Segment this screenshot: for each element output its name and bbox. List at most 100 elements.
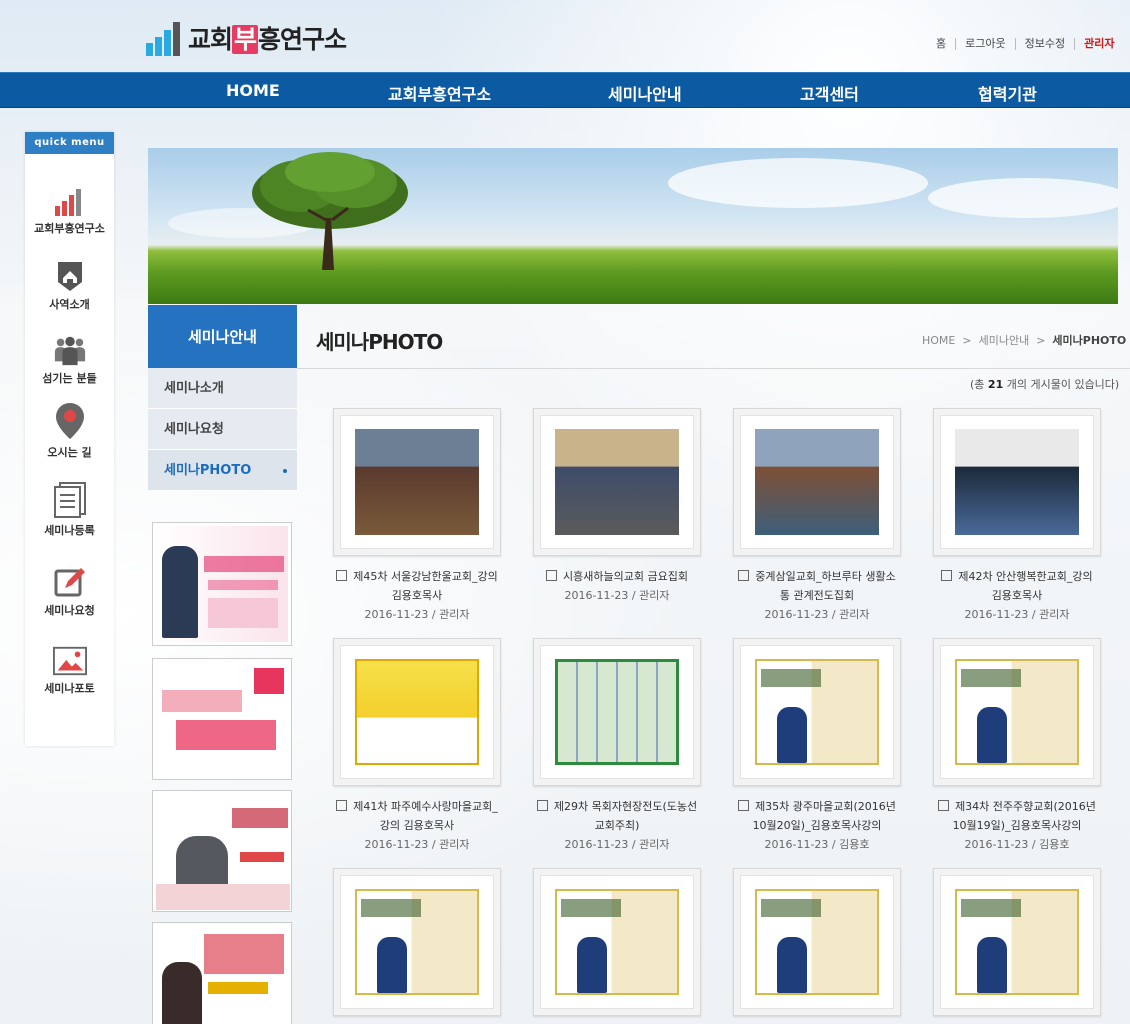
select-checkbox[interactable] xyxy=(738,800,750,811)
card-title[interactable]: 제29차 목회자현장전도(도농선교회주최) xyxy=(533,797,701,835)
nav-seminar[interactable]: 세미나안내 xyxy=(608,81,682,105)
thumbnail-image xyxy=(555,659,679,765)
gallery-card[interactable]: 제45차 서울강남한울교회_강의 김용호목사 2016-11-23 / 관리자 xyxy=(333,408,501,622)
page-title: 세미나PHOTO xyxy=(316,330,443,354)
util-profile-link[interactable]: 정보수정 xyxy=(1014,38,1074,50)
document-icon xyxy=(53,482,87,518)
breadcrumb-home[interactable]: HOME xyxy=(922,334,955,347)
select-checkbox[interactable] xyxy=(546,570,558,581)
card-title[interactable]: 중계삼일교회_하브루타 생활소통 관계전도집회 xyxy=(733,567,901,605)
select-checkbox[interactable] xyxy=(536,800,548,811)
thumbnail-frame[interactable] xyxy=(533,408,701,556)
thumbnail-frame[interactable] xyxy=(333,408,501,556)
card-title[interactable]: 제41차 파주예수사랑마을교회_강의 김용호목사 xyxy=(333,797,501,835)
thumbnail-image xyxy=(955,659,1079,765)
quick-item-photo[interactable]: 세미나포토 xyxy=(25,642,114,696)
logo-text: 교회부흥연구소 xyxy=(188,25,347,54)
thumbnail-frame[interactable] xyxy=(733,408,901,556)
quick-item-ministry[interactable]: 사역소개 xyxy=(25,258,114,312)
util-home-link[interactable]: 홈 xyxy=(930,38,955,50)
nav-home[interactable]: HOME xyxy=(226,81,280,100)
photo-icon xyxy=(52,642,87,676)
main-nav: HOME 교회부흥연구소 세미나안내 고객센터 협력기관 xyxy=(0,72,1130,108)
bar-chart-icon xyxy=(53,182,87,216)
nav-support[interactable]: 고객센터 xyxy=(800,81,859,105)
thumbnail-frame[interactable] xyxy=(933,638,1101,786)
tree-illustration xyxy=(252,152,408,270)
card-meta: 2016-11-23 / 관리자 xyxy=(964,608,1070,621)
util-logout-link[interactable]: 로그아웃 xyxy=(955,38,1014,50)
thumbnail-image xyxy=(955,889,1079,995)
card-meta: 2016-11-23 / 관리자 xyxy=(564,838,670,851)
nav-partners[interactable]: 협력기관 xyxy=(978,81,1037,105)
gallery-card[interactable]: 제34차 전주주향교회(2016년 10월19일)_김용호목사강의 2016-11… xyxy=(933,638,1101,852)
poster-banner[interactable] xyxy=(152,790,292,912)
card-meta: 2016-11-23 / 김용호 xyxy=(964,838,1070,851)
breadcrumb: HOME > 세미나안내 > 세미나PHOTO xyxy=(922,332,1126,348)
card-meta: 2016-11-23 / 관리자 xyxy=(764,608,870,621)
card-meta: 2016-11-23 / 관리자 xyxy=(364,838,470,851)
select-checkbox[interactable] xyxy=(336,800,348,811)
gallery-card[interactable]: 제29차 목회자현장전도(도농선교회주최) 2016-11-23 / 관리자 xyxy=(533,638,701,852)
select-checkbox[interactable] xyxy=(938,800,950,811)
hero-banner xyxy=(148,148,1118,304)
quick-item-directions[interactable]: 오시는 길 xyxy=(25,403,114,460)
nav-institute[interactable]: 교회부흥연구소 xyxy=(388,81,491,105)
gallery-card[interactable] xyxy=(333,868,501,1016)
select-checkbox[interactable] xyxy=(738,570,750,581)
select-checkbox[interactable] xyxy=(941,570,953,581)
edit-icon xyxy=(53,564,87,598)
card-title[interactable]: 제45차 서울강남한울교회_강의 김용호목사 xyxy=(333,567,501,605)
gallery-card[interactable]: 시흥새하늘의교회 금요집회 2016-11-23 / 관리자 xyxy=(533,408,701,603)
breadcrumb-current: 세미나PHOTO xyxy=(1052,334,1127,347)
chevron-right-icon: > xyxy=(958,334,976,347)
card-meta: 2016-11-23 / 관리자 xyxy=(564,589,670,602)
card-meta: 2016-11-23 / 관리자 xyxy=(364,608,470,621)
card-title[interactable]: 제42차 안산행복한교회_강의 김용호목사 xyxy=(933,567,1101,605)
thumbnail-frame[interactable] xyxy=(733,868,901,1016)
quick-item-staff[interactable]: 섬기는 분들 xyxy=(25,332,114,386)
sidebar-item-photo[interactable]: 세미나PHOTO xyxy=(148,450,297,491)
thumbnail-frame[interactable] xyxy=(933,408,1101,556)
quick-item-request[interactable]: 세미나요청 xyxy=(25,564,114,618)
quick-item-register[interactable]: 세미나등록 xyxy=(25,482,114,538)
sidebar-nav: 세미나소개 세미나요청 세미나PHOTO xyxy=(148,368,297,491)
thumbnail-image xyxy=(755,659,879,765)
sidebar-title: 세미나안내 xyxy=(148,305,297,368)
poster-banner[interactable] xyxy=(152,522,292,646)
thumbnail-image xyxy=(355,659,479,765)
quick-item-institute[interactable]: 교회부흥연구소 xyxy=(25,182,114,236)
select-checkbox[interactable] xyxy=(336,570,348,581)
card-meta: 2016-11-23 / 김용호 xyxy=(764,838,870,851)
gallery-card[interactable] xyxy=(533,868,701,1016)
card-title[interactable]: 제35차 광주마을교회(2016년 10월20일)_김용호목사강의 xyxy=(733,797,901,835)
thumbnail-frame[interactable] xyxy=(933,868,1101,1016)
logo-bars-icon xyxy=(146,20,180,56)
gallery-card[interactable]: 중계삼일교회_하브루타 생활소통 관계전도집회 2016-11-23 / 관리자 xyxy=(733,408,901,622)
gallery-card[interactable]: 제35차 광주마을교회(2016년 10월20일)_김용호목사강의 2016-11… xyxy=(733,638,901,852)
gallery-card[interactable] xyxy=(933,868,1101,1016)
thumbnail-frame[interactable] xyxy=(533,868,701,1016)
people-icon xyxy=(53,332,87,366)
gallery-card[interactable] xyxy=(733,868,901,1016)
site-logo[interactable]: 교회부흥연구소 xyxy=(146,20,347,56)
card-title[interactable]: 제34차 전주주향교회(2016년 10월19일)_김용호목사강의 xyxy=(933,797,1101,835)
thumbnail-frame[interactable] xyxy=(333,868,501,1016)
gallery-card[interactable]: 제41차 파주예수사랑마을교회_강의 김용호목사 2016-11-23 / 관리자 xyxy=(333,638,501,852)
card-title[interactable]: 시흥새하늘의교회 금요집회 xyxy=(533,567,701,586)
thumbnail-frame[interactable] xyxy=(333,638,501,786)
thumbnail-frame[interactable] xyxy=(733,638,901,786)
sidebar-item-request[interactable]: 세미나요청 xyxy=(148,409,297,450)
breadcrumb-seminar[interactable]: 세미나안내 xyxy=(979,334,1030,347)
thumbnail-image xyxy=(355,889,479,995)
sidebar-item-intro[interactable]: 세미나소개 xyxy=(148,368,297,409)
thumbnail-image xyxy=(755,889,879,995)
util-admin-link[interactable]: 관리자 xyxy=(1074,38,1123,50)
divider xyxy=(297,368,1130,369)
gallery-card[interactable]: 제42차 안산행복한교회_강의 김용호목사 2016-11-23 / 관리자 xyxy=(933,408,1101,622)
thumbnail-frame[interactable] xyxy=(533,638,701,786)
poster-banner[interactable] xyxy=(152,922,292,1024)
thumbnail-image xyxy=(555,429,679,535)
post-count: (총 21 개의 게시물이 있습니다) xyxy=(970,378,1120,391)
poster-banner[interactable] xyxy=(152,658,292,780)
